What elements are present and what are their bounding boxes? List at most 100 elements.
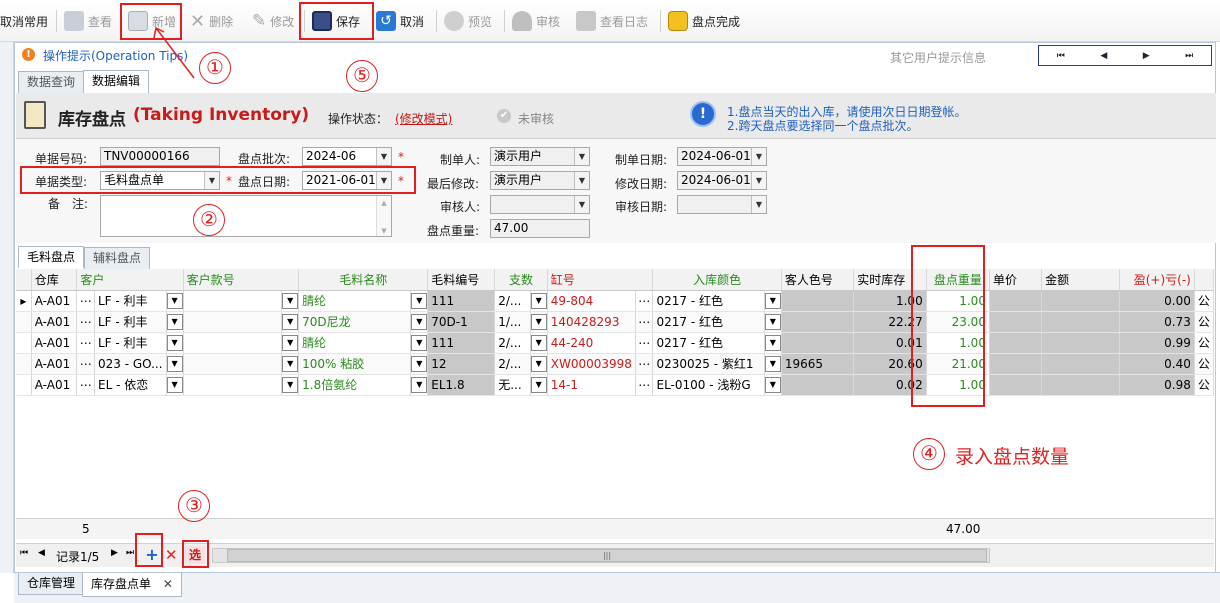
cell-extra[interactable]: 公 (1194, 311, 1215, 333)
chevron-down-icon[interactable]: ▼ (530, 292, 547, 309)
dropdown-button[interactable]: ▼ (166, 353, 184, 375)
cancel-button[interactable]: ↺ 取消 (376, 8, 424, 34)
cell-amount[interactable] (1041, 374, 1120, 396)
col-fabric-code[interactable]: 毛料编号 (427, 269, 496, 291)
dropdown-button[interactable]: ▼ (410, 332, 429, 354)
dropdown-button[interactable]: ▼ (281, 290, 300, 312)
preview-button[interactable]: 预览 (444, 8, 492, 34)
chevron-down-icon[interactable]: ▼ (530, 376, 547, 393)
auditor-field[interactable]: ▼ (490, 195, 590, 214)
chevron-down-icon[interactable]: ▼ (764, 313, 781, 330)
dropdown-button[interactable]: ▼ (410, 374, 429, 396)
col-customer[interactable]: 客户 (76, 269, 184, 291)
col-price[interactable]: 单价 (989, 269, 1043, 291)
cell-count[interactable]: 2/... (494, 353, 531, 375)
cell-lot[interactable]: 49-804 (547, 290, 636, 312)
col-warehouse[interactable]: 仓库 (31, 269, 78, 291)
batch-select[interactable]: 2024-06 ▼ (302, 147, 392, 166)
cell-lot[interactable]: 140428293 (547, 311, 636, 333)
cell-customer-style[interactable] (183, 353, 283, 375)
chevron-down-icon[interactable]: ▼ (166, 355, 183, 372)
cell-price[interactable] (989, 353, 1043, 375)
next-record-icon[interactable]: ▶ (1143, 51, 1150, 61)
table-row[interactable]: A-A01 ⋯ LF - 利丰 ▼ ▼ 腈纶 ▼ 111 2/... ▼ 44-240 ⋯ 0217 -… (16, 332, 1215, 354)
chevron-down-icon[interactable]: ▼ (751, 196, 766, 213)
dropdown-button[interactable]: ▼ (764, 311, 782, 333)
cell-diff[interactable]: 0.98 (1119, 374, 1195, 396)
chevron-down-icon[interactable]: ▼ (530, 355, 547, 372)
dropdown-button[interactable]: ▼ (530, 332, 548, 354)
cell-customer[interactable]: LF - 利丰 (94, 290, 167, 312)
dropdown-button[interactable]: ▼ (530, 374, 548, 396)
chevron-down-icon[interactable]: ▼ (574, 172, 589, 189)
chevron-down-icon[interactable]: ▼ (530, 313, 547, 330)
cell-amount[interactable] (1041, 290, 1120, 312)
chevron-down-icon[interactable]: ▼ (764, 334, 781, 351)
chevron-down-icon[interactable]: ▼ (764, 292, 781, 309)
cell-fabric-code[interactable]: EL1.8 (427, 374, 496, 396)
cell-fabric-code[interactable]: 70D-1 (427, 311, 496, 333)
cell-cust-color[interactable]: 19665 (781, 353, 855, 375)
cell-count[interactable]: 1/... (494, 311, 531, 333)
table-row[interactable]: ▸ A-A01 ⋯ LF - 利丰 ▼ ▼ 腈纶 ▼ 111 2/... ▼ 49-804 ⋯ 0217 … (16, 290, 1215, 312)
chevron-down-icon[interactable]: ▼ (751, 148, 766, 165)
cell-cust-color[interactable] (781, 311, 855, 333)
cell-fabric-code[interactable]: 12 (427, 353, 496, 375)
col-customer-style[interactable]: 客户款号 (183, 269, 300, 291)
tab-fabric-inventory[interactable]: 毛料盘点 (18, 246, 85, 268)
tab-inventory-sheet[interactable]: 库存盘点单 ✕ (82, 573, 182, 597)
tab-accessory-inventory[interactable]: 辅料盘点 (84, 247, 151, 269)
last-record-icon[interactable]: ⏭ (126, 548, 134, 558)
chevron-down-icon[interactable]: ▼ (764, 355, 781, 372)
col-color[interactable]: 入库颜色 (652, 269, 782, 291)
dropdown-button[interactable]: ▼ (281, 374, 300, 396)
chevron-down-icon[interactable]: ▼ (376, 148, 391, 165)
cell-price[interactable] (989, 290, 1043, 312)
col-fabric-name[interactable]: 毛料名称 (298, 269, 429, 291)
tab-warehouse-management[interactable]: 仓库管理 (18, 573, 85, 595)
cell-diff[interactable]: 0.40 (1119, 353, 1195, 375)
chevron-down-icon[interactable]: ▼ (764, 376, 781, 393)
cell-fabric-code[interactable]: 111 (427, 290, 496, 312)
dropdown-button[interactable]: ▼ (410, 353, 429, 375)
cell-warehouse[interactable]: A-A01 (31, 332, 78, 354)
cell-diff[interactable]: 0.00 (1119, 290, 1195, 312)
cell-cust-color[interactable] (781, 332, 855, 354)
chevron-down-icon[interactable]: ▼ (751, 172, 766, 189)
last-record-icon[interactable]: ⏭ (1185, 51, 1193, 61)
cell-count[interactable]: 2/... (494, 290, 531, 312)
table-row[interactable]: A-A01 ⋯ 023 - GO... ▼ ▼ 100% 粘胶 ▼ 12 2/... ▼ XW000… (16, 353, 1215, 375)
cell-fabric-name[interactable]: 腈纶 (298, 332, 412, 354)
cell-diff[interactable]: 0.99 (1119, 332, 1195, 354)
doc-no-field[interactable]: TNV00000166 (100, 147, 220, 166)
cell-customer[interactable]: 023 - GO... (94, 353, 167, 375)
cell-price[interactable] (989, 374, 1043, 396)
ellipsis-button[interactable]: ⋯ (635, 290, 654, 312)
chevron-down-icon[interactable]: ▼ (166, 376, 183, 393)
dropdown-button[interactable]: ▼ (764, 353, 782, 375)
horizontal-scrollbar[interactable]: ||| (212, 548, 990, 563)
cell-warehouse[interactable]: A-A01 (31, 311, 78, 333)
cell-color[interactable]: 0217 - 红色 (652, 311, 765, 333)
edit-button[interactable]: ✎ 修改 (252, 8, 294, 34)
cell-customer-style[interactable] (183, 374, 283, 396)
chevron-down-icon[interactable]: ▼ (282, 313, 298, 330)
ellipsis-button[interactable]: ⋯ (635, 332, 654, 354)
scrollbar-thumb[interactable]: ||| (227, 549, 987, 562)
chevron-down-icon[interactable]: ▼ (574, 196, 589, 213)
chevron-down-icon[interactable]: ▼ (282, 334, 298, 351)
prev-record-icon[interactable]: ◀ (38, 548, 45, 558)
cell-color[interactable]: EL-0100 - 浅粉G (652, 374, 765, 396)
cell-warehouse[interactable]: A-A01 (31, 374, 78, 396)
chevron-down-icon[interactable]: ▼ (530, 334, 547, 351)
cell-amount[interactable] (1041, 311, 1120, 333)
dropdown-button[interactable]: ▼ (764, 290, 782, 312)
col-lot[interactable]: 缸号 (547, 269, 654, 291)
audit-date-field[interactable]: ▼ (677, 195, 767, 214)
dropdown-button[interactable]: ▼ (281, 353, 300, 375)
ellipsis-button[interactable]: ⋯ (76, 353, 95, 375)
next-record-icon[interactable]: ▶ (111, 548, 118, 558)
cell-cust-color[interactable] (781, 374, 855, 396)
cell-diff[interactable]: 0.73 (1119, 311, 1195, 333)
cell-extra[interactable]: 公 (1194, 374, 1215, 396)
